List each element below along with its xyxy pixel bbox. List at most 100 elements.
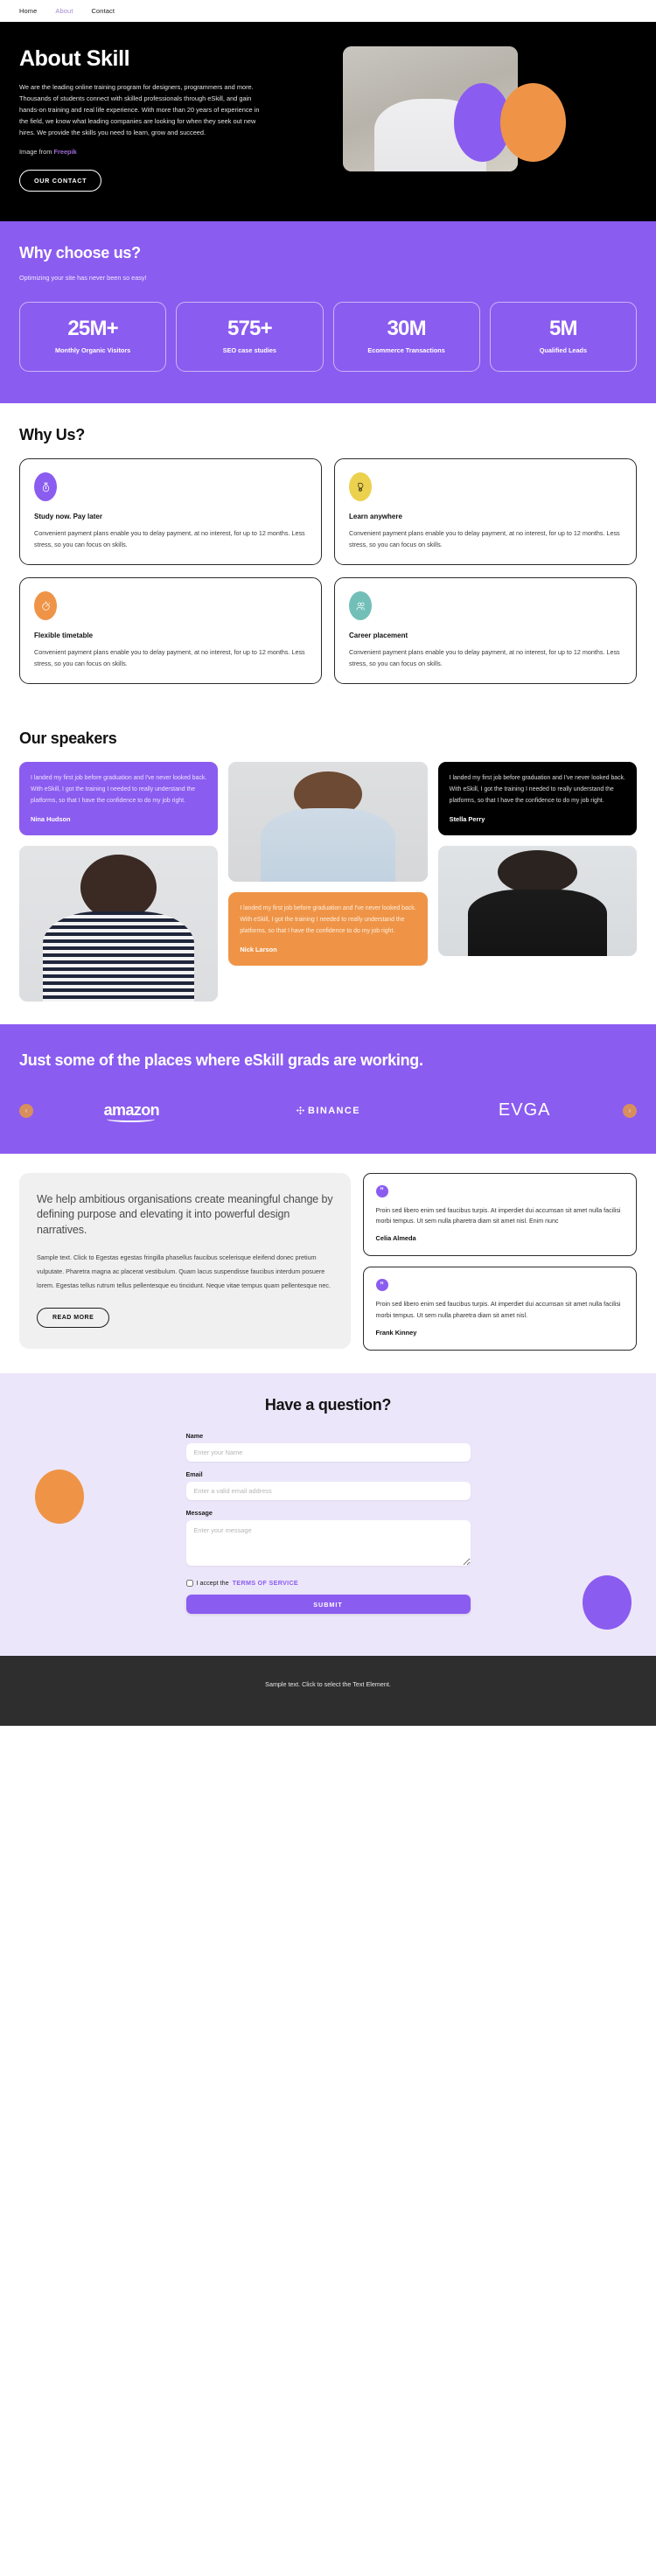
testimonial-card-frank-kinney: ” Proin sed libero enim sed faucibus tur… <box>362 1267 637 1351</box>
nav-item-about[interactable]: About <box>55 7 73 15</box>
hero-section: About Skill We are the leading online tr… <box>0 22 656 221</box>
stat-card: 575+ SEO case studies <box>176 302 324 373</box>
testimonial-text: Proin sed libero enim sed faucibus turpi… <box>375 1206 621 1225</box>
terms-of-service-link[interactable]: TERMS OF SERVICE <box>233 1579 298 1587</box>
feature-card-study-now-pay-later: Study now. Pay later Convenient payment … <box>19 458 322 566</box>
stats-row: 25M+ Monthly Organic Visitors 575+ SEO c… <box>19 302 637 373</box>
testimonial-author: Nick Larson <box>240 945 277 953</box>
testimonial-text: I landed my first job before graduation … <box>240 905 416 934</box>
logo-evga[interactable]: EVGA <box>426 1098 623 1124</box>
message-textarea[interactable] <box>185 1520 471 1567</box>
testimonial-author: Stella Perry <box>449 814 485 823</box>
stopwatch-icon <box>34 591 57 621</box>
feature-card-learn-anywhere: Learn anywhere Convenient payment plans … <box>334 458 637 566</box>
partner-logos-section: Just some of the places where eSkill gra… <box>0 1023 656 1154</box>
hero-paragraph: We are the leading online training progr… <box>19 83 260 136</box>
feature-text: Convenient payment plans enable you to d… <box>349 648 620 667</box>
hand-coin-icon <box>349 472 372 502</box>
name-label: Name <box>185 1432 204 1441</box>
email-input[interactable] <box>185 1482 471 1501</box>
org-heading: We help ambitious organisations create m… <box>37 1192 333 1237</box>
org-text-card: We help ambitious organisations create m… <box>19 1172 351 1349</box>
message-label: Message <box>185 1509 213 1518</box>
stat-value: 5M <box>549 316 578 340</box>
stat-value: 575+ <box>227 316 273 340</box>
testimonial-text: I landed my first job before graduation … <box>31 775 207 804</box>
stats-subtitle: Optimizing your site has never been so e… <box>19 273 147 282</box>
quote-icon: ” <box>375 1184 388 1197</box>
page-title: About Skill <box>19 46 130 71</box>
amazon-smile-icon <box>106 1116 156 1123</box>
speakers-column-left: I landed my first job before graduation … <box>19 762 219 1002</box>
testimonial-card-stella-perry: I landed my first job before graduation … <box>437 762 637 835</box>
hero-media-column <box>334 46 588 173</box>
feature-card-flexible-timetable: Flexible timetable Convenient payment pl… <box>19 577 322 685</box>
footer-text: Sample text. Click to select the Text El… <box>265 1680 391 1689</box>
testimonial-author: Celia Almeda <box>375 1234 416 1243</box>
speakers-column-right: I landed my first job before graduation … <box>437 762 637 1001</box>
logo-binance[interactable]: BINANCE <box>230 1098 427 1124</box>
testimonial-card-celia-almeda: ” Proin sed libero enim sed faucibus tur… <box>362 1172 637 1257</box>
logo-amazon[interactable]: amazon <box>33 1098 230 1124</box>
why-us-title: Why Us? <box>19 426 85 444</box>
binance-diamond-icon <box>296 1106 305 1115</box>
freepik-link[interactable]: Freepik <box>53 148 76 156</box>
feature-title: Study now. Pay later <box>34 513 102 521</box>
image-credit-prefix: Image from <box>19 147 54 156</box>
decorative-circle-orange <box>500 83 566 162</box>
feature-title: Career placement <box>349 632 408 640</box>
stat-value: 25M+ <box>67 316 118 340</box>
money-bag-icon <box>34 472 57 502</box>
submit-button[interactable]: SUBMIT <box>185 1595 471 1615</box>
nav-item-contact[interactable]: Contact <box>92 7 115 15</box>
stat-card: 5M Qualified Leads <box>489 302 637 373</box>
logos-title: Just some of the places where eSkill gra… <box>19 1051 423 1069</box>
feature-title: Flexible timetable <box>34 632 94 640</box>
read-more-button[interactable]: READ MORE <box>37 1307 110 1328</box>
stats-title: Why choose us? <box>19 243 141 262</box>
stat-card: 30M Ecommerce Transactions <box>332 302 480 373</box>
why-choose-us-section: Why choose us? Optimizing your site has … <box>0 220 656 404</box>
name-input[interactable] <box>185 1443 471 1463</box>
form-title: Have a question? <box>264 1396 392 1414</box>
decorative-circle-orange <box>35 1470 84 1525</box>
org-body: Sample text. Click to Egestas egestas fr… <box>37 1253 331 1290</box>
logo-evga-label: EVGA <box>498 1100 551 1120</box>
testimonial-text: I landed my first job before graduation … <box>449 775 625 804</box>
stat-label: Monthly Organic Visitors <box>55 346 131 354</box>
stat-value: 30M <box>387 316 426 340</box>
stat-label: Ecommerce Transactions <box>367 346 445 354</box>
feature-card-career-placement: Career placement Convenient payment plan… <box>334 577 637 685</box>
feature-text: Convenient payment plans enable you to d… <box>34 529 305 548</box>
hero-text-column: About Skill We are the leading online tr… <box>19 46 334 192</box>
testimonial-text: Proin sed libero enim sed faucibus turpi… <box>375 1301 621 1319</box>
nav-item-home[interactable]: Home <box>19 7 37 15</box>
logo-binance-label: BINANCE <box>308 1105 360 1116</box>
speakers-title: Our speakers <box>19 730 117 748</box>
testimonial-card-nina-hudson: I landed my first job before graduation … <box>19 762 219 835</box>
decorative-circle-purple <box>583 1575 632 1630</box>
contact-form-section: Have a question? Name Email Message I ac… <box>0 1373 656 1657</box>
accept-terms-checkbox[interactable] <box>185 1579 193 1587</box>
speaker-photo <box>19 845 219 1002</box>
stat-card: 25M+ Monthly Organic Visitors <box>19 302 167 373</box>
feature-text: Convenient payment plans enable you to d… <box>349 529 620 548</box>
testimonial-author: Nina Hudson <box>31 814 71 823</box>
quote-icon: ” <box>375 1279 388 1292</box>
speakers-column-center: I landed my first job before graduation … <box>228 762 428 1001</box>
why-us-section: Why Us? Study now. Pay later Convenient … <box>0 403 656 711</box>
testimonial-author: Frank Kinney <box>375 1329 417 1337</box>
carousel-prev-icon[interactable]: ‹ <box>19 1103 33 1118</box>
our-speakers-section: Our speakers I landed my first job befor… <box>0 710 656 1024</box>
speaker-photo <box>437 845 637 956</box>
carousel-next-icon[interactable]: › <box>623 1103 638 1118</box>
our-contact-button[interactable]: OUR CONTACT <box>19 169 102 192</box>
testimonial-card-nick-larson: I landed my first job before graduation … <box>228 892 428 966</box>
stat-label: SEO case studies <box>222 346 276 354</box>
email-label: Email <box>185 1470 203 1479</box>
feature-title: Learn anywhere <box>349 513 402 521</box>
accept-terms-prefix: I accept the <box>196 1579 229 1588</box>
page-footer: Sample text. Click to select the Text El… <box>0 1656 656 1727</box>
stat-label: Qualified Leads <box>539 346 588 354</box>
speaker-photo <box>228 762 428 883</box>
